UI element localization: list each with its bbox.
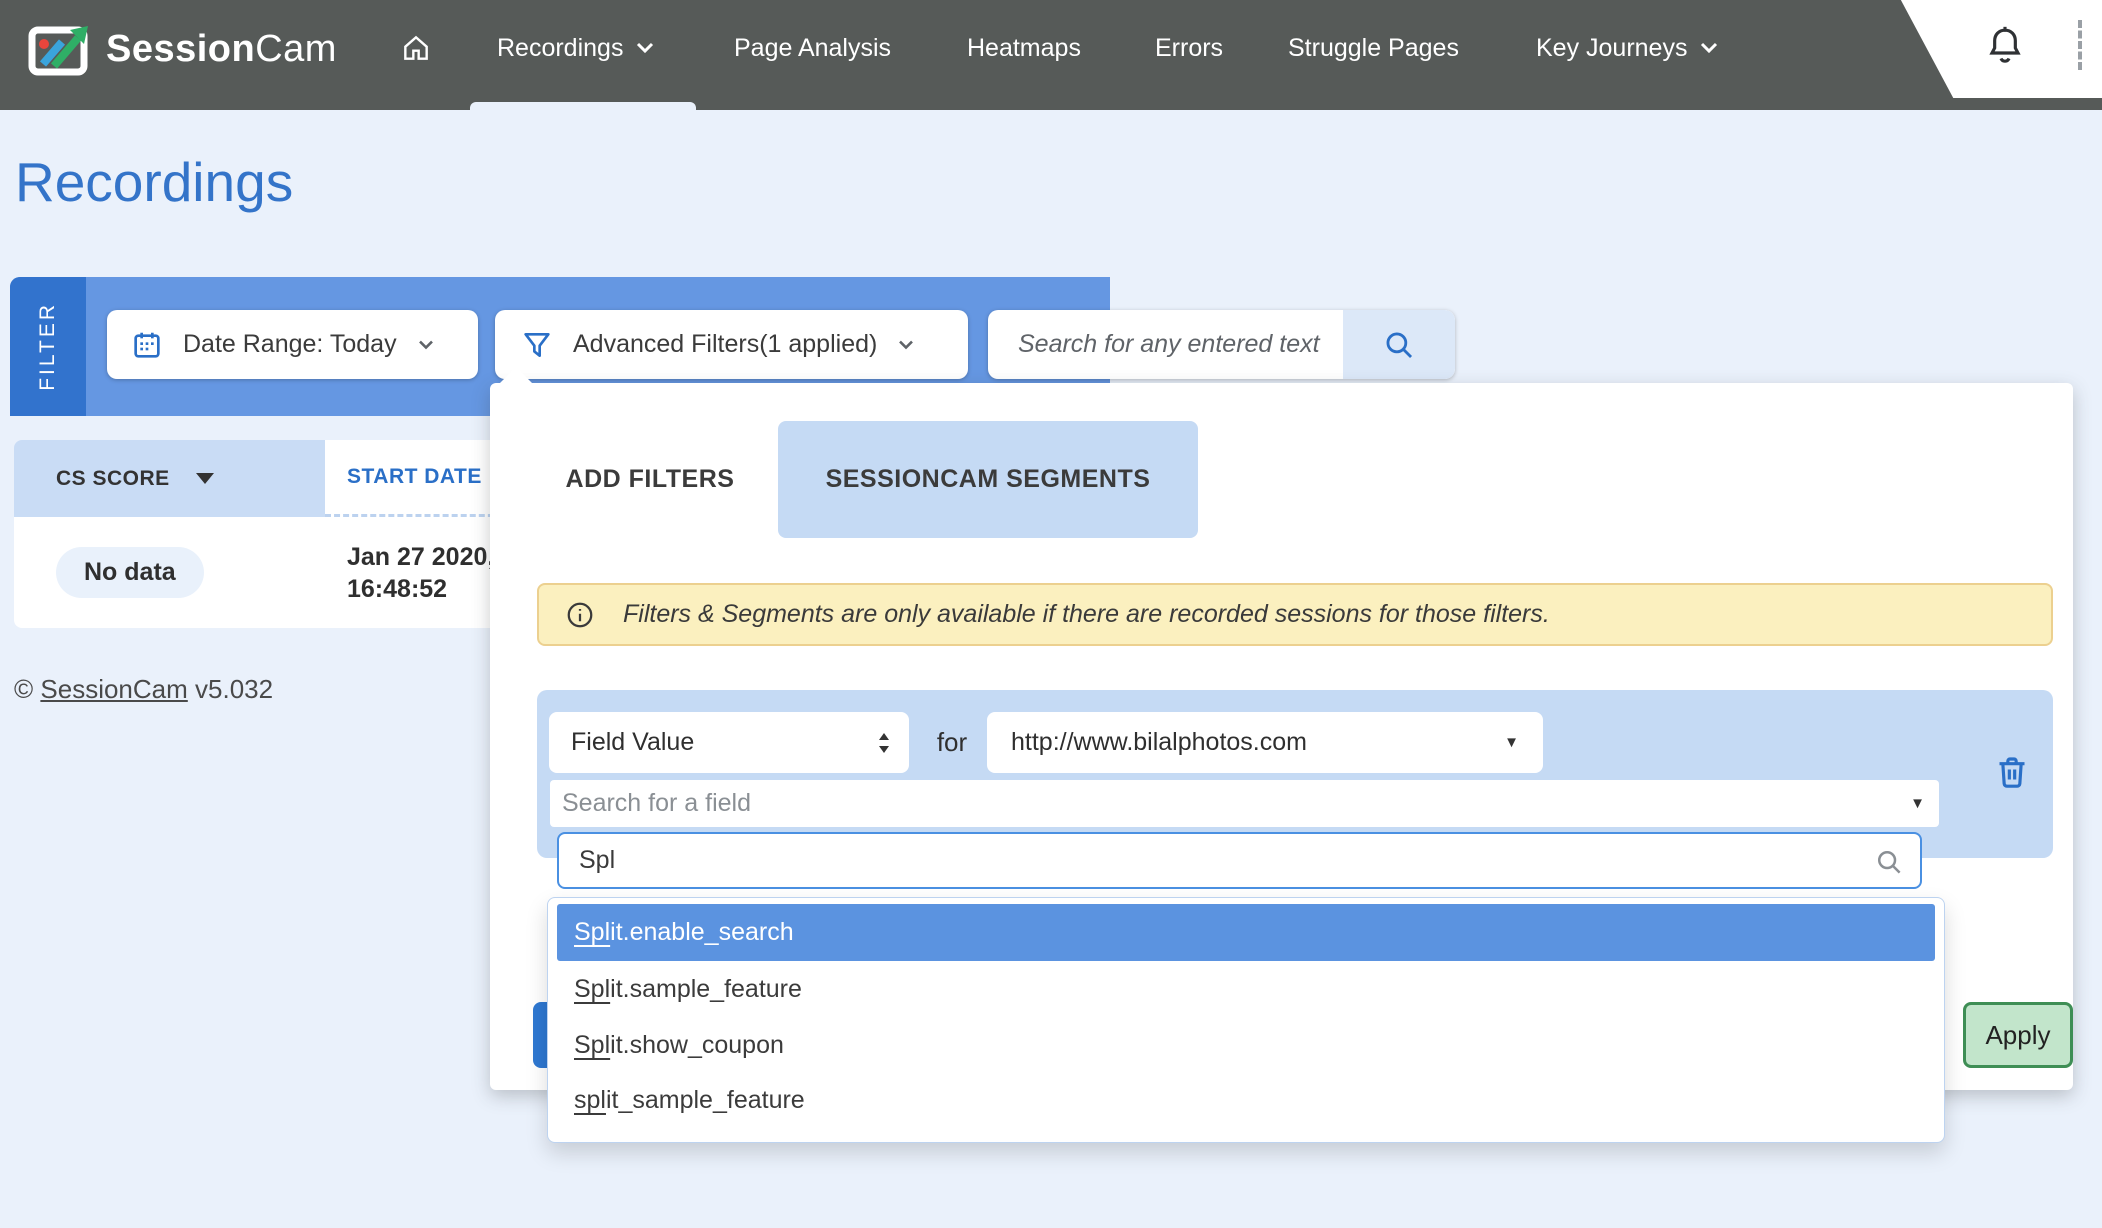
- footer: © SessionCam v5.032: [14, 674, 273, 705]
- nav-struggle-pages[interactable]: Struggle Pages: [1288, 28, 1459, 68]
- search-icon: [1382, 328, 1416, 362]
- site-select-value: http://www.bilalphotos.com: [1011, 728, 1307, 757]
- add-filters-tab-label: ADD FILTERS: [566, 465, 735, 494]
- advanced-filters-button[interactable]: Advanced Filters(1 applied): [495, 310, 968, 379]
- date-range-label: Date Range: Today: [183, 330, 397, 359]
- field-search-input[interactable]: [559, 834, 1839, 887]
- more-options-handle[interactable]: [2078, 20, 2082, 70]
- sessioncam-logo-icon: [28, 22, 94, 76]
- filter-tab-label: FILTER: [36, 302, 60, 391]
- nav-errors-label: Errors: [1155, 34, 1223, 63]
- cs-score-header-label: CS SCORE: [56, 467, 170, 491]
- notifications-button[interactable]: [1985, 24, 2025, 68]
- page-title: Recordings: [15, 150, 293, 214]
- nav-heatmaps-label: Heatmaps: [967, 34, 1081, 63]
- field-select-bar[interactable]: Search for a field ▼: [550, 780, 1939, 827]
- field-select-placeholder: Search for a field: [562, 789, 1910, 818]
- option-split-enable-search[interactable]: Split.enable_search: [557, 904, 1935, 961]
- brand[interactable]: SessionCam: [28, 22, 337, 76]
- funnel-icon: [521, 329, 553, 361]
- start-date-header-label: START DATE: [347, 465, 482, 489]
- nav-key-journeys-label: Key Journeys: [1536, 34, 1687, 63]
- nav-heatmaps[interactable]: Heatmaps: [967, 28, 1081, 68]
- version-label: v5.032: [188, 674, 273, 704]
- sort-desc-icon: [196, 473, 214, 484]
- spinner-arrows-icon: [875, 729, 893, 757]
- chevron-down-icon: [635, 41, 655, 55]
- info-banner-text: Filters & Segments are only available if…: [623, 600, 1550, 629]
- calendar-icon: [131, 329, 163, 361]
- field-search-box: [557, 832, 1922, 889]
- chevron-down-icon: [1699, 41, 1719, 55]
- field-type-select[interactable]: Field Value: [549, 712, 909, 773]
- text-search-box: [988, 310, 1455, 379]
- chevron-down-icon: [897, 339, 915, 351]
- advanced-filters-label: Advanced Filters(1 applied): [573, 330, 877, 359]
- advanced-filters-panel: ADD FILTERS SESSIONCAM SEGMENTS Filters …: [490, 383, 2073, 1090]
- tab-add-filters[interactable]: ADD FILTERS: [560, 421, 740, 538]
- nav-recordings[interactable]: Recordings: [497, 28, 655, 68]
- date-range-button[interactable]: Date Range: Today: [107, 310, 478, 379]
- info-icon: [565, 600, 595, 630]
- cs-score-cell: No data: [14, 517, 325, 628]
- segments-tab-label: SESSIONCAM SEGMENTS: [826, 465, 1151, 494]
- for-label: for: [925, 712, 979, 773]
- nav-struggle-pages-label: Struggle Pages: [1288, 34, 1459, 63]
- copyright-symbol: ©: [14, 674, 40, 704]
- active-tab-indicator: [470, 102, 696, 110]
- footer-brand-link[interactable]: SessionCam: [40, 674, 187, 704]
- search-icon: [1874, 847, 1904, 877]
- tab-sessioncam-segments[interactable]: SESSIONCAM SEGMENTS: [778, 421, 1198, 538]
- info-banner: Filters & Segments are only available if…: [537, 583, 2053, 646]
- home-icon: [400, 32, 432, 64]
- select-arrow-icon: ▼: [1910, 795, 1925, 812]
- brand-name: SessionCam: [106, 28, 337, 71]
- filter-tab[interactable]: FILTER: [10, 277, 86, 416]
- nav-page-analysis[interactable]: Page Analysis: [734, 28, 891, 68]
- select-arrow-icon: ▼: [1504, 734, 1519, 751]
- apply-button[interactable]: Apply: [1963, 1002, 2073, 1068]
- top-nav: SessionCam Recordings Page Analysis Heat…: [0, 0, 2102, 110]
- option-split-sample-feature[interactable]: Split.sample_feature: [557, 961, 1935, 1018]
- chevron-down-icon: [417, 339, 435, 351]
- column-header-cs-score[interactable]: CS SCORE: [14, 440, 325, 517]
- search-button[interactable]: [1343, 310, 1455, 379]
- site-select[interactable]: http://www.bilalphotos.com ▼: [987, 712, 1543, 773]
- field-type-value: Field Value: [571, 728, 694, 757]
- nav-page-analysis-label: Page Analysis: [734, 34, 891, 63]
- trash-icon: [1992, 752, 2032, 792]
- nav-key-journeys[interactable]: Key Journeys: [1536, 28, 1719, 68]
- apply-button-label: Apply: [1985, 1020, 2050, 1051]
- no-data-badge: No data: [56, 547, 204, 598]
- nav-errors[interactable]: Errors: [1155, 28, 1223, 68]
- panel-notch: [500, 367, 532, 383]
- option-split-sample-feature-underscore[interactable]: split_sample_feature: [557, 1072, 1935, 1129]
- delete-filter-button[interactable]: [1992, 752, 2032, 792]
- nav-recordings-label: Recordings: [497, 34, 623, 63]
- field-options-list: Split.enable_search Split.sample_feature…: [547, 897, 1945, 1143]
- nav-home[interactable]: [400, 28, 432, 68]
- text-search-input[interactable]: [988, 310, 1338, 379]
- option-split-show-coupon[interactable]: Split.show_coupon: [557, 1017, 1935, 1074]
